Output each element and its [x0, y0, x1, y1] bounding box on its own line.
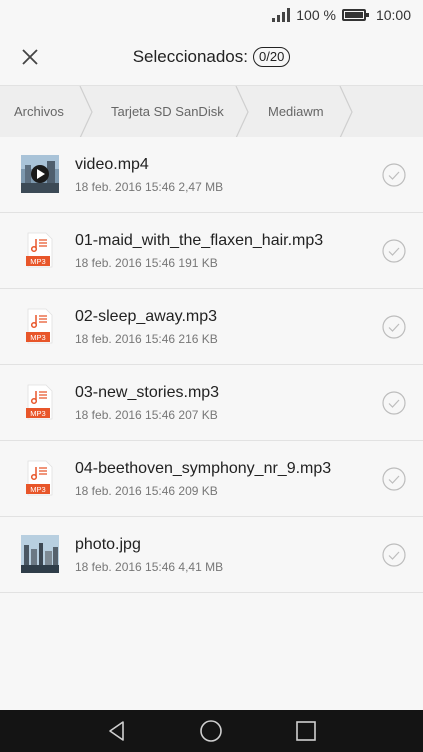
checkbox-circle-icon[interactable]: [382, 543, 406, 567]
checkbox-circle-icon[interactable]: [382, 315, 406, 339]
page-title: Seleccionados: 0/20: [133, 47, 291, 67]
breadcrumb-item-archivos[interactable]: Archivos: [14, 86, 64, 138]
file-meta: 18 feb. 2016 15:46 209 KB: [75, 484, 218, 498]
mp3-badge-text: MP3: [30, 333, 45, 342]
chevron-right-icon: [235, 86, 249, 138]
checkbox-circle-icon[interactable]: [382, 467, 406, 491]
navigation-bar: [0, 710, 423, 752]
mp3-file-icon: MP3: [26, 384, 53, 420]
photo-thumbnail: [21, 535, 59, 573]
mp3-file-icon: MP3: [26, 232, 53, 268]
signal-icon: [272, 8, 291, 22]
chevron-right-icon: [79, 86, 93, 138]
video-thumbnail: [21, 155, 59, 193]
file-name: 04-beethoven_symphony_nr_9.mp3: [75, 460, 332, 477]
clock: 10:00: [375, 7, 411, 23]
status-bar: 100 % 10:00: [0, 0, 423, 30]
list-item[interactable]: photo.jpg 18 feb. 2016 15:46 4,41 MB: [0, 517, 423, 593]
file-list: video.mp4 18 feb. 2016 15:46 2,47 MB MP3…: [0, 137, 423, 593]
file-name: photo.jpg: [75, 536, 141, 553]
file-meta: 18 feb. 2016 15:46 4,41 MB: [75, 560, 224, 574]
checkbox-circle-icon[interactable]: [382, 391, 406, 415]
list-item[interactable]: MP3 01-maid_with_the_flaxen_hair.mp3 18 …: [0, 213, 423, 289]
list-item[interactable]: video.mp4 18 feb. 2016 15:46 2,47 MB: [0, 137, 423, 213]
mp3-badge-text: MP3: [30, 485, 45, 494]
checkbox-circle-icon[interactable]: [382, 239, 406, 263]
mp3-badge-text: MP3: [30, 257, 45, 266]
chevron-right-icon: [339, 86, 353, 138]
file-name: 02-sleep_away.mp3: [75, 308, 218, 325]
title-text: Seleccionados:: [132, 47, 248, 66]
mp3-file-icon: MP3: [26, 308, 53, 344]
file-name: 01-maid_with_the_flaxen_hair.mp3: [75, 232, 324, 249]
breadcrumb: Archivos Tarjeta SD SanDisk Mediawm: [0, 85, 423, 139]
mp3-file-icon: MP3: [26, 460, 53, 496]
selection-count-badge: 0/20: [253, 47, 291, 67]
close-icon[interactable]: [18, 45, 42, 69]
file-meta: 18 feb. 2016 15:46 216 KB: [75, 332, 218, 346]
list-item[interactable]: MP3 04-beethoven_symphony_nr_9.mp3 18 fe…: [0, 441, 423, 517]
list-item[interactable]: MP3 03-new_stories.mp3 18 feb. 2016 15:4…: [0, 365, 423, 441]
file-meta: 18 feb. 2016 15:46 2,47 MB: [75, 180, 224, 194]
checkbox-circle-icon[interactable]: [382, 163, 406, 187]
file-meta: 18 feb. 2016 15:46 207 KB: [75, 408, 218, 422]
back-icon[interactable]: [105, 719, 129, 743]
battery-icon: [341, 9, 369, 21]
home-icon[interactable]: [199, 719, 223, 743]
breadcrumb-item-sd-card[interactable]: Tarjeta SD SanDisk: [111, 86, 224, 138]
mp3-badge-text: MP3: [30, 409, 45, 418]
file-meta: 18 feb. 2016 15:46 191 KB: [75, 256, 218, 270]
battery-percentage: 100 %: [296, 7, 336, 23]
breadcrumb-item-mediawm[interactable]: Mediawm: [268, 86, 324, 138]
list-item[interactable]: MP3 02-sleep_away.mp3 18 feb. 2016 15:46…: [0, 289, 423, 365]
recent-apps-icon[interactable]: [294, 719, 318, 743]
top-bar: Seleccionados: 0/20: [0, 30, 423, 84]
file-name: 03-new_stories.mp3: [75, 384, 220, 401]
file-name: video.mp4: [75, 156, 149, 173]
